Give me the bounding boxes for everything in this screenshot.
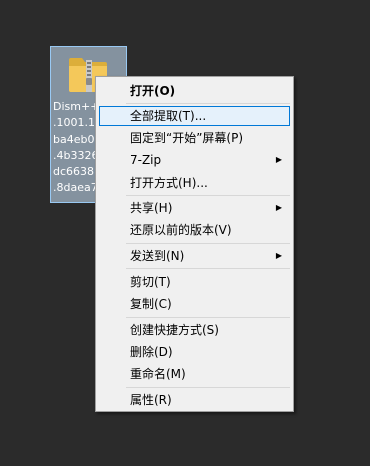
submenu-arrow-icon: ▶ (275, 251, 282, 260)
submenu-arrow-icon: ▶ (275, 203, 282, 212)
menu-separator (126, 243, 290, 244)
menu-separator (126, 103, 290, 104)
submenu-arrow-icon: ▶ (275, 155, 282, 164)
file-name-line: ba4eb0 (53, 132, 95, 146)
file-name-label: Dism++ .1001.1 ba4eb0 .4b3326 dc6638 .8daea7 (53, 99, 99, 197)
menu-item-open-with[interactable]: 打开方式(H)... (99, 173, 290, 193)
menu-item-share[interactable]: 共享(H) ▶ (99, 198, 290, 218)
menu-item-pin-to-start[interactable]: 固定到“开始”屏幕(P) (99, 128, 290, 148)
file-name-line: .1001.1 (53, 116, 95, 130)
file-name-line: .4b3326 (53, 148, 99, 162)
menu-item-cut[interactable]: 剪切(T) (99, 272, 290, 292)
menu-separator (126, 195, 290, 196)
menu-item-restore-previous-versions[interactable]: 还原以前的版本(V) (99, 220, 290, 240)
menu-item-open[interactable]: 打开(O) (99, 81, 290, 101)
menu-separator (126, 317, 290, 318)
menu-item-label: 发送到(N) (130, 249, 185, 263)
menu-item-extract-all[interactable]: 全部提取(T)... (99, 106, 290, 126)
file-name-line: dc6638 (53, 165, 95, 179)
menu-item-copy[interactable]: 复制(C) (99, 294, 290, 314)
menu-item-properties[interactable]: 属性(R) (99, 390, 290, 410)
menu-separator (126, 387, 290, 388)
menu-item-delete[interactable]: 删除(D) (99, 342, 290, 362)
menu-separator (126, 268, 290, 269)
menu-item-label: 7-Zip (130, 153, 162, 167)
file-name-line: .8daea7 (53, 181, 98, 195)
menu-item-7zip[interactable]: 7-Zip ▶ (99, 150, 290, 170)
menu-item-label: 共享(H) (130, 201, 173, 215)
file-name-line: Dism++ (53, 100, 99, 113)
menu-item-create-shortcut[interactable]: 创建快捷方式(S) (99, 320, 290, 340)
context-menu: 打开(O) 全部提取(T)... 固定到“开始”屏幕(P) 7-Zip ▶ 打开… (95, 76, 294, 412)
menu-item-send-to[interactable]: 发送到(N) ▶ (99, 246, 290, 266)
menu-item-rename[interactable]: 重命名(M) (99, 364, 290, 384)
desktop[interactable]: Dism++ .1001.1 ba4eb0.4b3326 dc6638.8daea7 … (0, 0, 370, 466)
